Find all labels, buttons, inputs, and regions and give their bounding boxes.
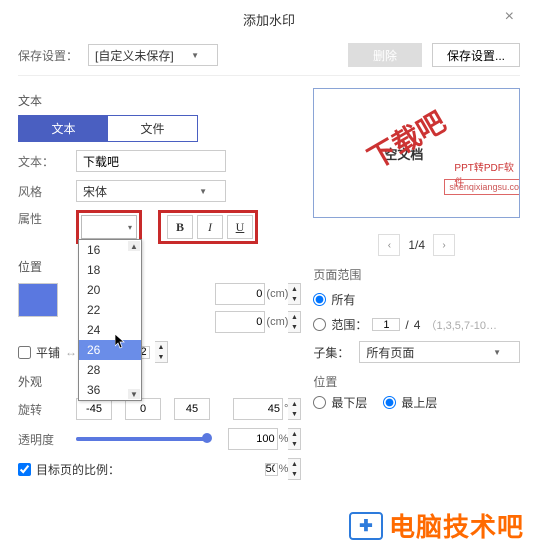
- size-dropdown: 16 18 20 22 24 26 28 36 ▲ ▼: [78, 239, 142, 401]
- opacity-input[interactable]: [228, 428, 278, 450]
- page-range-header: 页面范围: [313, 266, 520, 283]
- offset-y-input[interactable]: [215, 311, 265, 333]
- scale-checkbox[interactable]: [18, 463, 31, 476]
- page-prev-button[interactable]: ‹: [378, 234, 400, 256]
- font-select[interactable]: 宋体 ▼: [76, 180, 226, 202]
- tile-checkbox[interactable]: [18, 346, 31, 359]
- tab-file[interactable]: 文件: [108, 116, 197, 141]
- font-value: 宋体: [83, 183, 107, 200]
- size-option[interactable]: 18: [79, 260, 141, 280]
- layer-bottom-radio[interactable]: [313, 396, 326, 409]
- scale-input[interactable]: [265, 463, 278, 476]
- range-from-input[interactable]: [372, 318, 400, 331]
- tile-h-icon: ↔: [65, 345, 77, 359]
- chevron-down-icon: ▼: [199, 187, 207, 196]
- size-option[interactable]: 22: [79, 300, 141, 320]
- preview-pane: 空文档 下载吧 PPT转PDF软件 shenqixiangsu.com: [313, 88, 520, 218]
- spin-up-icon[interactable]: ▲: [288, 429, 300, 439]
- preset-select[interactable]: [自定义未保存] ▼: [88, 44, 218, 66]
- layer-header: 位置: [313, 373, 520, 390]
- spin-up-icon[interactable]: ▲: [288, 284, 300, 294]
- layer-bottom-label: 最下层: [331, 394, 367, 411]
- italic-button[interactable]: I: [197, 215, 223, 239]
- chevron-down-icon: ▾: [128, 223, 132, 232]
- range-hint: （1,3,5,7-10…: [425, 317, 497, 333]
- range-all-label: 所有: [331, 291, 355, 308]
- delete-button[interactable]: 删除: [348, 43, 422, 67]
- tab-text[interactable]: 文本: [19, 116, 108, 141]
- tile-label: 平铺: [36, 344, 60, 361]
- preview-link: shenqixiangsu.com: [444, 179, 520, 195]
- range-all-radio[interactable]: [313, 293, 326, 306]
- underline-button[interactable]: U: [227, 215, 253, 239]
- save-settings-label: 保存设置：: [18, 47, 78, 64]
- spin-up-icon[interactable]: ▲: [155, 342, 167, 352]
- range-custom-radio[interactable]: [313, 318, 326, 331]
- preset-value: [自定义未保存]: [95, 47, 174, 64]
- range-sep: /: [405, 318, 408, 332]
- dialog-title: 添加水印: [243, 13, 295, 28]
- page-next-button[interactable]: ›: [433, 234, 455, 256]
- brand-text: 电脑技术吧: [389, 507, 524, 544]
- scale-label: 目标页的比例：: [36, 461, 120, 478]
- chevron-down-icon: ▼: [191, 51, 199, 60]
- save-settings-button[interactable]: 保存设置...: [432, 43, 520, 67]
- size-option[interactable]: 24: [79, 320, 141, 340]
- footer-brand: ✚ 电脑技术吧: [349, 507, 524, 544]
- rot-neg45-button[interactable]: -45: [76, 398, 112, 420]
- opacity-label: 透明度: [18, 431, 66, 448]
- percent-unit: %: [279, 433, 289, 445]
- brand-icon: ✚: [349, 512, 383, 540]
- rotate-label: 旋转: [18, 401, 66, 418]
- layer-top-label: 最上层: [401, 394, 437, 411]
- opacity-slider[interactable]: [76, 437, 208, 441]
- spin-down-icon[interactable]: ▼: [288, 322, 300, 332]
- bold-button[interactable]: B: [167, 215, 193, 239]
- rot-0-button[interactable]: 0: [125, 398, 161, 420]
- spin-down-icon[interactable]: ▼: [155, 352, 167, 362]
- page-indicator: 1/4: [408, 238, 425, 252]
- spin-up-icon[interactable]: ▲: [288, 399, 300, 409]
- text-input[interactable]: [76, 150, 226, 172]
- spin-up-icon[interactable]: ▲: [288, 459, 300, 469]
- highlight-format: B I U: [158, 210, 258, 244]
- range-label: 范围：: [331, 316, 367, 333]
- unit-cm: (cm): [266, 316, 288, 328]
- subset-value: 所有页面: [366, 344, 414, 361]
- text-section-header: 文本: [18, 92, 301, 109]
- rotate-input[interactable]: [233, 398, 283, 420]
- spin-down-icon[interactable]: ▼: [288, 469, 300, 479]
- preview-watermark: 下载吧: [360, 101, 453, 178]
- subset-label: 子集：: [313, 344, 349, 361]
- appearance-header: 外观: [18, 373, 301, 390]
- scroll-up-icon[interactable]: ▲: [128, 241, 140, 251]
- layer-top-radio[interactable]: [383, 396, 396, 409]
- size-option[interactable]: 20: [79, 280, 141, 300]
- spin-down-icon[interactable]: ▼: [288, 439, 300, 449]
- attr-label: 属性: [18, 210, 66, 227]
- range-to: 4: [414, 318, 421, 332]
- style-label: 风格: [18, 183, 66, 200]
- size-option-selected[interactable]: 26: [79, 340, 141, 360]
- percent-unit: %: [279, 463, 289, 475]
- scroll-down-icon[interactable]: ▼: [128, 389, 140, 399]
- subset-select[interactable]: 所有页面 ▼: [359, 341, 520, 363]
- offset-x-input[interactable]: [215, 283, 265, 305]
- text-label: 文本：: [18, 153, 66, 170]
- chevron-down-icon: ▼: [493, 348, 501, 357]
- spin-down-icon[interactable]: ▼: [288, 409, 300, 419]
- source-tabs: 文本 文件: [18, 115, 198, 142]
- spin-down-icon[interactable]: ▼: [288, 294, 300, 304]
- size-select[interactable]: ▾: [81, 215, 137, 239]
- unit-cm: (cm): [266, 288, 288, 300]
- highlight-size: ▾ 16 18 20 22 24 26 28 36 ▲ ▼: [76, 210, 142, 244]
- spin-up-icon[interactable]: ▲: [288, 312, 300, 322]
- size-option[interactable]: 28: [79, 360, 141, 380]
- position-header: 位置: [18, 258, 301, 275]
- close-icon[interactable]: ×: [505, 8, 514, 26]
- position-grid[interactable]: [18, 283, 58, 317]
- rot-45-button[interactable]: 45: [174, 398, 210, 420]
